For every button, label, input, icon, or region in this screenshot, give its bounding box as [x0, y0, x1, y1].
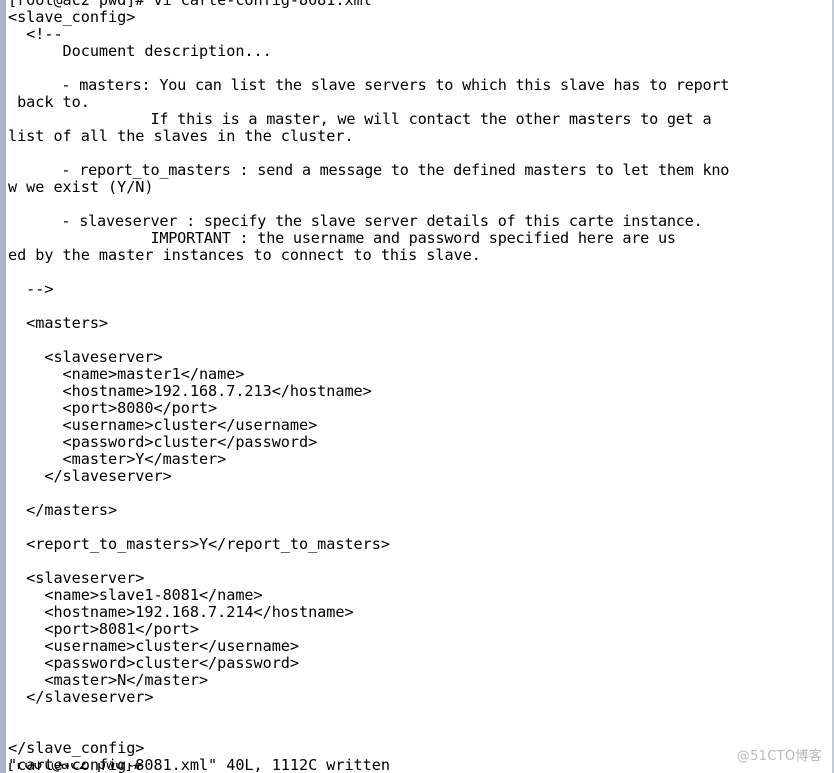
buffer-line: </masters> — [8, 501, 118, 519]
buffer-line — [8, 723, 832, 740]
vi-buffer[interactable]: <slave_config> <!-- Document description… — [8, 9, 832, 757]
buffer-line — [8, 60, 832, 77]
buffer-line: <username>cluster</username> — [8, 416, 318, 434]
bottom-shell-prompt-line: [root@ac2 pwd]# — [6, 763, 143, 773]
buffer-line: </slaveserver> — [8, 467, 172, 485]
buffer-line: <name>master1</name> — [8, 365, 245, 383]
buffer-line: - masters: You can list the slave server… — [8, 76, 730, 94]
buffer-line: w we exist (Y/N) — [8, 178, 154, 196]
buffer-line: <report_to_masters>Y</report_to_masters> — [8, 535, 390, 553]
buffer-line: --> — [8, 280, 54, 298]
buffer-line — [8, 706, 832, 723]
buffer-line: <!-- — [8, 25, 63, 43]
buffer-line — [8, 145, 832, 162]
buffer-line: <password>cluster</password> — [8, 654, 299, 672]
buffer-line: <port>8080</port> — [8, 399, 218, 417]
buffer-line: back to. — [8, 93, 90, 111]
bottom-prompt-clip: [root@ac2 pwd]# — [6, 763, 832, 773]
buffer-line — [8, 553, 832, 570]
buffer-line: <hostname>192.168.7.213</hostname> — [8, 382, 372, 400]
buffer-line: - slaveserver : specify the slave server… — [8, 212, 703, 230]
watermark-51cto: @51CTO博客 — [736, 749, 822, 764]
buffer-line — [8, 298, 832, 315]
buffer-line: <port>8081</port> — [8, 620, 199, 638]
buffer-line: <password>cluster</password> — [8, 433, 318, 451]
buffer-line: <slaveserver> — [8, 569, 145, 587]
buffer-line: list of all the slaves in the cluster. — [8, 127, 354, 145]
buffer-line: If this is a master, we will contact the… — [8, 110, 712, 128]
buffer-line — [8, 485, 832, 502]
buffer-line: Document description... — [8, 42, 272, 60]
buffer-line: ed by the master instances to connect to… — [8, 246, 481, 264]
buffer-line — [8, 332, 832, 349]
buffer-line: <hostname>192.168.7.214</hostname> — [8, 603, 354, 621]
buffer-line: <username>cluster</username> — [8, 637, 299, 655]
buffer-line: <slaveserver> — [8, 348, 163, 366]
buffer-line: </slave_config> — [8, 739, 145, 757]
buffer-line: <name>slave1-8081</name> — [8, 586, 263, 604]
buffer-line — [8, 519, 832, 536]
buffer-line: <master>Y</master> — [8, 450, 227, 468]
buffer-line: - report_to_masters : send a message to … — [8, 161, 730, 179]
terminal-screen[interactable]: [root@ac2 pwd]# vi carte-config-8081.xml… — [6, 0, 832, 773]
buffer-line: <masters> — [8, 314, 109, 332]
buffer-line — [8, 196, 832, 213]
buffer-line: <slave_config> — [8, 8, 136, 26]
buffer-line: </slaveserver> — [8, 688, 154, 706]
buffer-line — [8, 264, 832, 281]
buffer-line: IMPORTANT : the username and password sp… — [8, 229, 676, 247]
buffer-line: <master>N</master> — [8, 671, 209, 689]
terminal-window[interactable]: [root@ac2 pwd]# vi carte-config-8081.xml… — [0, 0, 834, 773]
